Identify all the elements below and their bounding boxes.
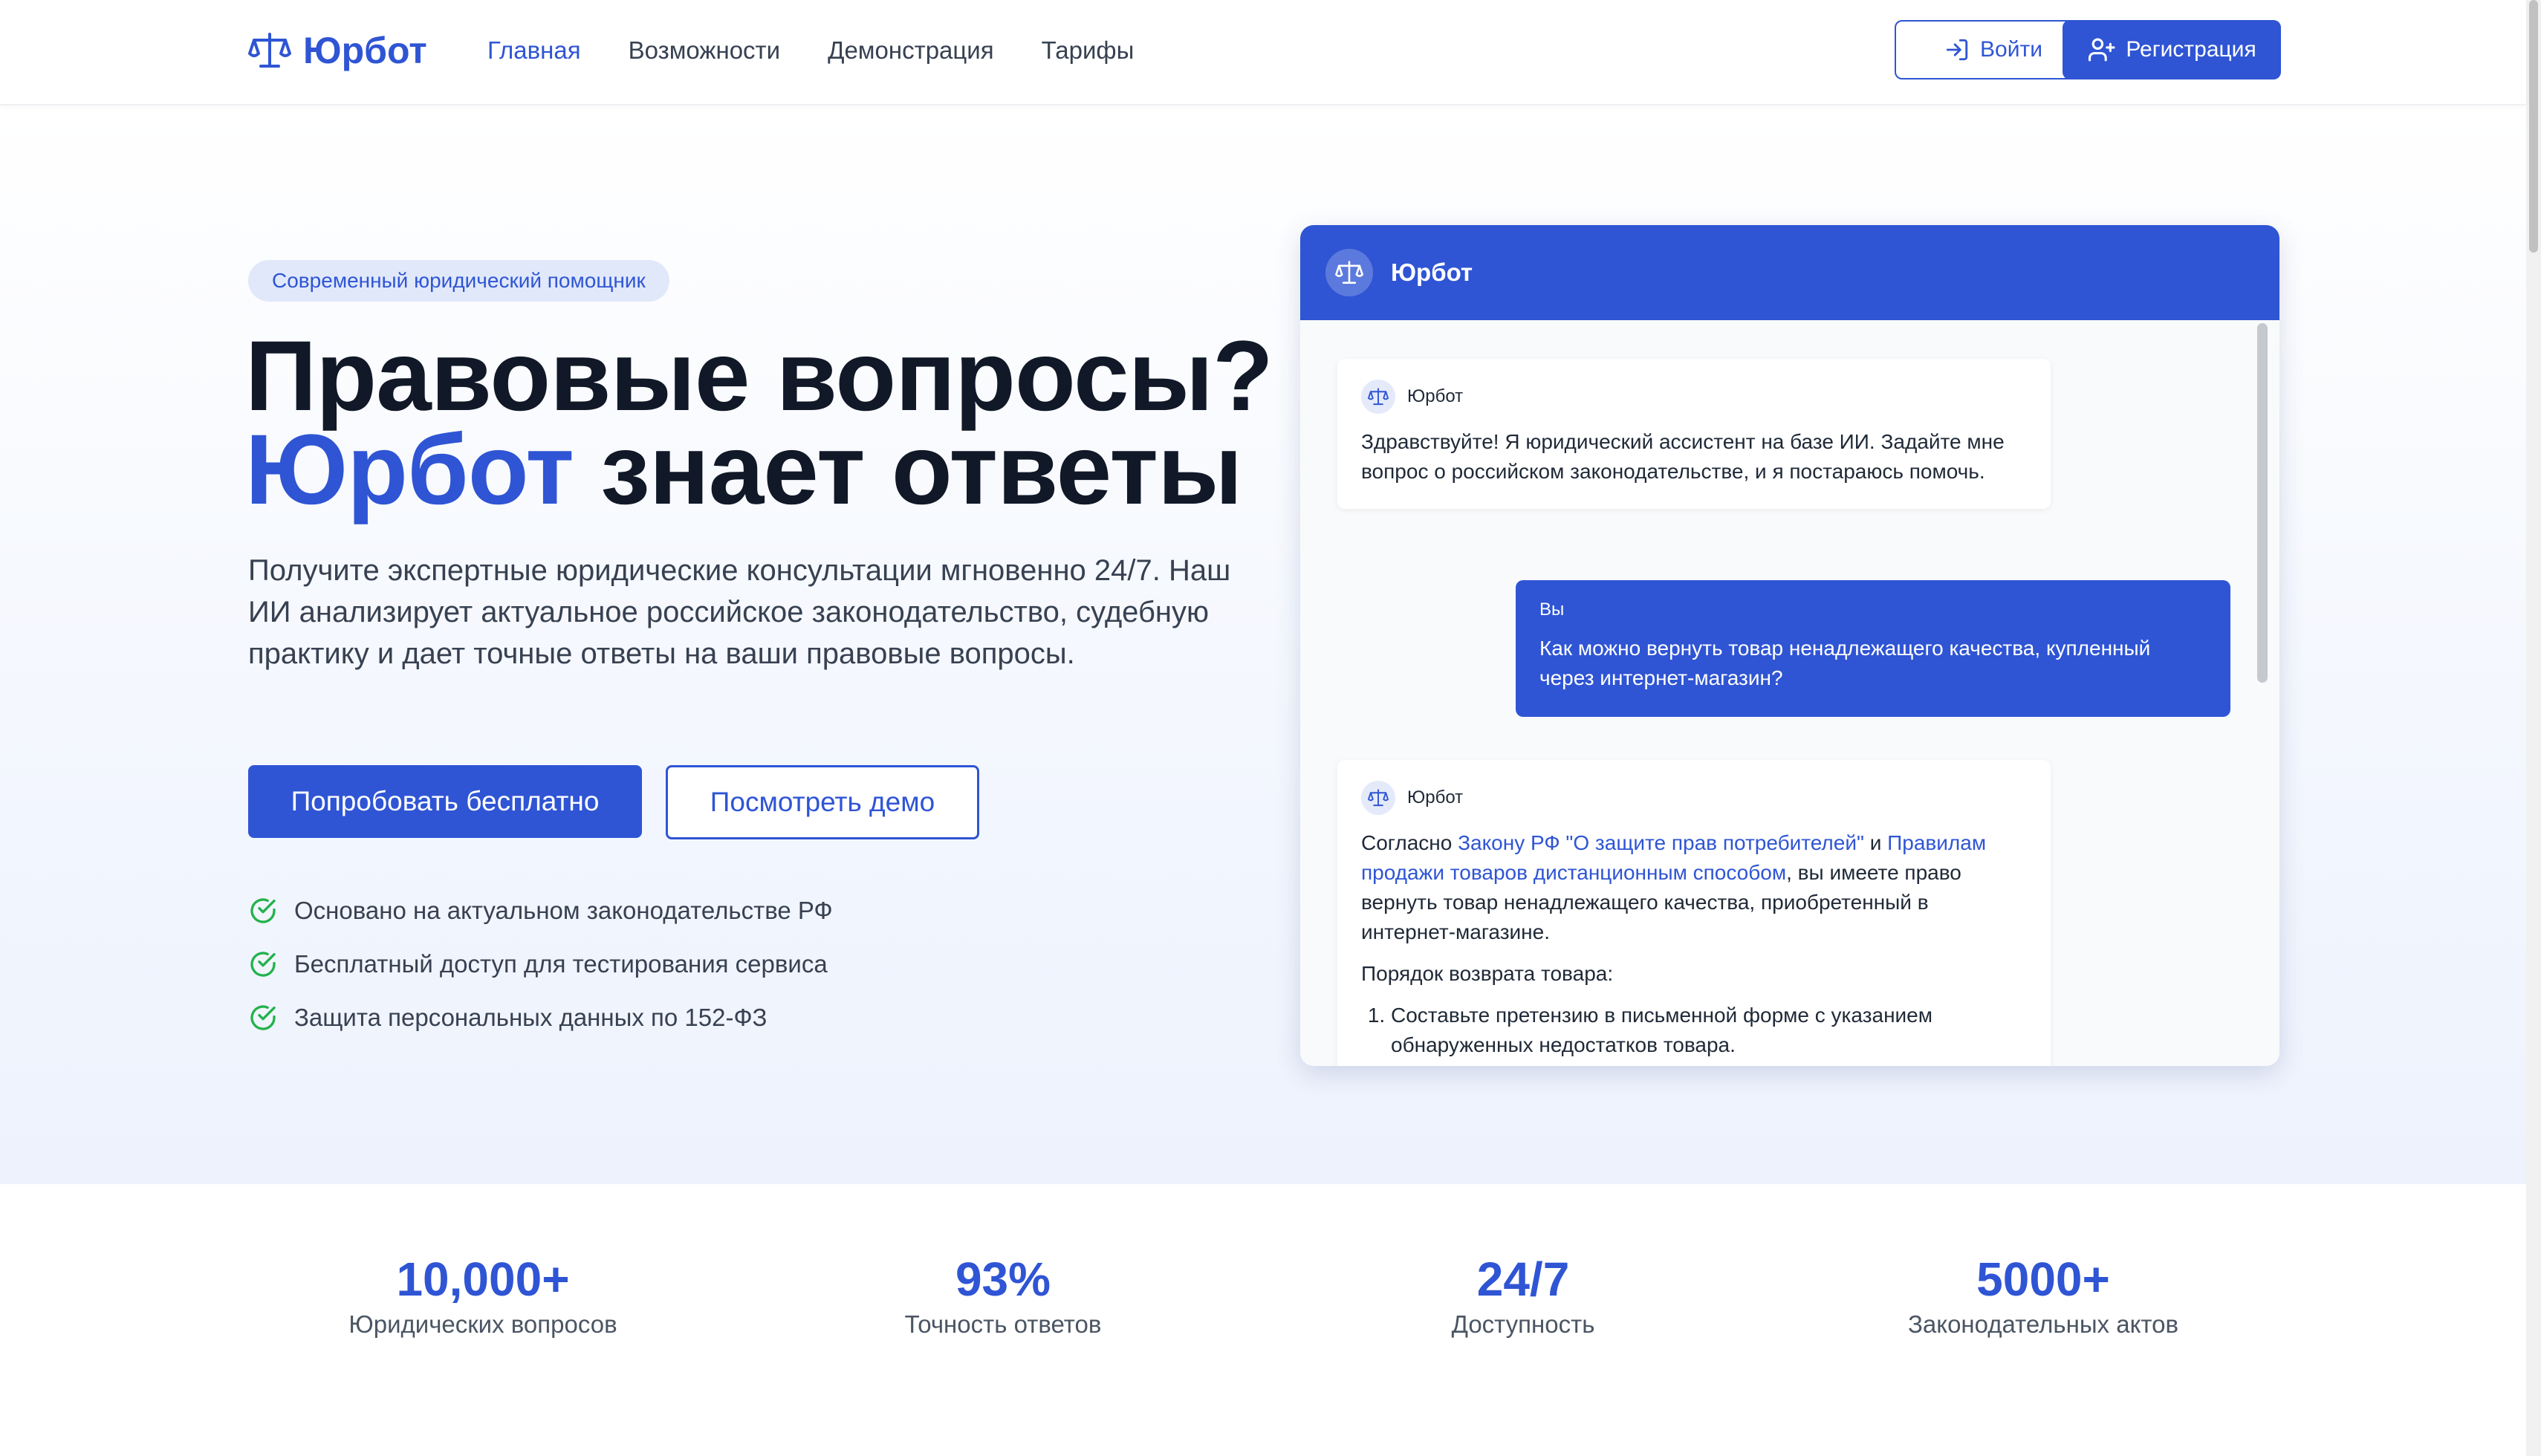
message-sender: Юрбот xyxy=(1361,380,2027,414)
register-label: Регистрация xyxy=(2126,37,2256,62)
bot-avatar xyxy=(1361,380,1395,414)
login-label: Войти xyxy=(1980,37,2042,62)
answer-text: Согласно xyxy=(1361,831,1458,854)
main-nav: Главная Возможности Демонстрация Тарифы xyxy=(487,33,1134,68)
nav-features[interactable]: Возможности xyxy=(629,33,781,68)
nav-demo[interactable]: Демонстрация xyxy=(828,33,994,68)
chat-title: Юрбот xyxy=(1391,259,1473,286)
scales-icon xyxy=(1335,261,1363,285)
chat-window: Юрбот Юрбот Здравствуйте! Я юридический … xyxy=(1300,225,2279,1066)
feature-list: Основано на актуальном законодательстве … xyxy=(248,884,833,1044)
message-sender: Юрбот xyxy=(1361,781,2027,815)
user-plus-icon xyxy=(2089,38,2115,62)
hero-lead: Получите экспертные юридические консульт… xyxy=(248,554,1231,670)
stat-value: 5000+ xyxy=(1976,1252,2110,1306)
nav-home[interactable]: Главная xyxy=(487,33,581,68)
user-message: Вы Как можно вернуть товар ненадлежащего… xyxy=(1516,580,2230,717)
feature-text: Защита персональных данных по 152-ФЗ xyxy=(294,1004,768,1031)
consumer-law-link[interactable]: Закону РФ "О защите прав потребителей" xyxy=(1458,831,1864,854)
brand-name: Юрбот xyxy=(303,30,427,71)
site-header: Юрбот Главная Возможности Демонстрация Т… xyxy=(0,0,2526,105)
feature-text: Бесплатный доступ для тестирования серви… xyxy=(294,950,828,978)
feature-item: Основано на актуальном законодательстве … xyxy=(248,884,833,937)
procedure-title: Порядок возврата товара: xyxy=(1361,962,1614,985)
bot-name: Юрбот xyxy=(1407,787,1464,807)
chat-avatar xyxy=(1325,249,1373,296)
check-circle-icon xyxy=(250,952,276,977)
stat-acts: 5000+ Законодательных актов xyxy=(1820,1251,2266,1339)
bot-avatar xyxy=(1361,781,1395,815)
stat-value: 24/7 xyxy=(1476,1252,1570,1306)
stat-label: Доступность xyxy=(1451,1310,1595,1338)
headline-rest: знает ответы xyxy=(573,415,1242,525)
procedure-steps: Составьте претензию в письменной форме с… xyxy=(1361,1001,2027,1060)
hero-badge: Современный юридический помощник xyxy=(248,260,669,302)
bot-answer: Согласно Закону РФ "О защите прав потреб… xyxy=(1361,828,2027,1060)
hero-headline: Правовые вопросы? Юрбот знает ответы xyxy=(245,327,1285,520)
user-name: Вы xyxy=(1539,599,1565,620)
feature-text: Основано на актуальном законодательстве … xyxy=(294,897,833,924)
headline-accent: Юрбот xyxy=(245,415,574,525)
register-button[interactable]: Регистрация xyxy=(2063,20,2281,79)
check-circle-icon xyxy=(250,1005,276,1030)
procedure-step: Составьте претензию в письменной форме с… xyxy=(1391,1001,2027,1060)
scales-icon xyxy=(1368,789,1389,807)
bot-greeting: Здравствуйте! Я юридический ассистент на… xyxy=(1361,430,2005,483)
feature-item: Бесплатный доступ для тестирования серви… xyxy=(248,937,833,991)
scales-icon xyxy=(1368,388,1389,406)
page-scrollbar-thumb[interactable] xyxy=(2529,0,2538,253)
answer-paragraph: Согласно Закону РФ "О защите прав потреб… xyxy=(1361,828,2027,947)
stats-section: 10,000+ Юридических вопросов 93% Точност… xyxy=(0,1184,2526,1456)
stat-label: Законодательных актов xyxy=(1907,1310,2179,1338)
stat-value: 10,000+ xyxy=(396,1252,570,1306)
stat-value: 93% xyxy=(955,1252,1051,1306)
stat-availability: 24/7 Доступность xyxy=(1300,1251,1746,1339)
scales-icon xyxy=(248,33,291,68)
login-icon xyxy=(1946,39,1968,61)
chat-messages[interactable]: Юрбот Здравствуйте! Я юридический ассист… xyxy=(1300,320,2279,1066)
stat-accuracy: 93% Точность ответов xyxy=(780,1251,1226,1339)
brand-logo[interactable]: Юрбот xyxy=(248,28,427,73)
stat-label: Точность ответов xyxy=(904,1310,1102,1338)
try-free-button[interactable]: Попробовать бесплатно xyxy=(248,765,642,838)
nav-pricing[interactable]: Тарифы xyxy=(1042,33,1135,68)
chat-header: Юрбот xyxy=(1300,225,2279,320)
user-question: Как можно вернуть товар ненадлежащего ка… xyxy=(1539,637,2151,689)
check-circle-icon xyxy=(250,898,276,923)
bot-message: Юрбот Согласно Закону РФ "О защите прав … xyxy=(1337,760,2051,1066)
stat-questions: 10,000+ Юридических вопросов xyxy=(260,1251,706,1339)
stat-label: Юридических вопросов xyxy=(348,1310,617,1338)
bot-name: Юрбот xyxy=(1407,386,1464,406)
answer-text: и xyxy=(1863,831,1888,854)
chat-scrollbar[interactable] xyxy=(2257,323,2268,683)
bot-message: Юрбот Здравствуйте! Я юридический ассист… xyxy=(1337,359,2051,509)
feature-item: Защита персональных данных по 152-ФЗ xyxy=(248,991,833,1044)
view-demo-button[interactable]: Посмотреть демо xyxy=(666,765,979,839)
